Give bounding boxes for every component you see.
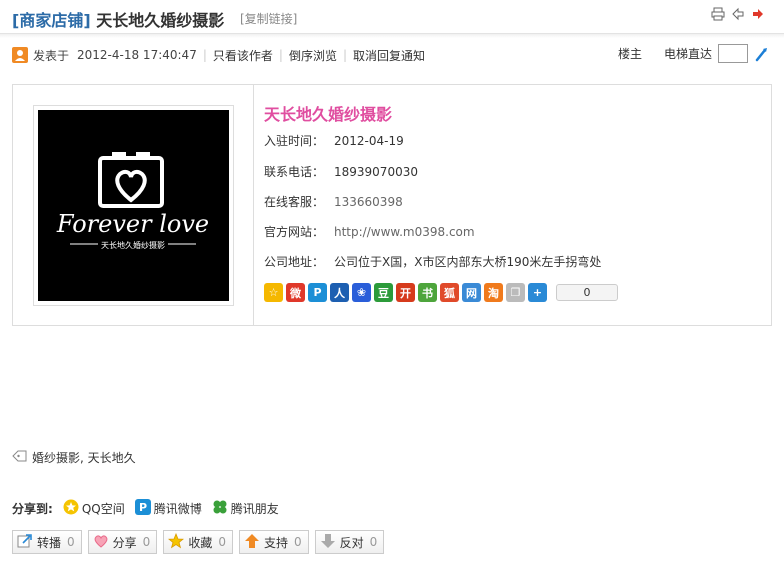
share-button[interactable]: 分享 0 (87, 530, 158, 554)
arrow-down-icon (320, 533, 336, 552)
favorite-count: 0 (218, 535, 226, 549)
thread-title-text: 天长地久婚纱摄影 (96, 11, 225, 30)
info-row-phone: 联系电话： 18939070030 (264, 163, 418, 180)
baidu-icon[interactable]: ❀ (352, 283, 371, 302)
support-label: 支持 (263, 535, 288, 550)
title-divider (0, 34, 784, 38)
tags-text[interactable]: 婚纱摄影, 天长地久 (32, 449, 136, 466)
elevator-label: 电梯直达 (663, 47, 712, 61)
oppose-button[interactable]: 反对 0 (314, 530, 385, 554)
support-button[interactable]: 支持 0 (238, 530, 309, 554)
share-qzone-label: QQ空间 (81, 502, 125, 516)
floor-input[interactable] (718, 44, 748, 63)
posted-time: 2012-4-18 17:40:47 (77, 48, 197, 62)
tweibo-icon: P (134, 499, 151, 518)
store-logo: Forever love 天长地久婚纱摄影 (38, 110, 229, 301)
online-service-link[interactable]: 133660398 (334, 195, 403, 209)
floor-controls: 楼主 电梯直达 (618, 44, 770, 63)
share-icon-row: ☆ 微 P 人 ❀ 豆开书狐网淘 ❐ +0 (264, 283, 618, 302)
author-only-link[interactable]: 只看该作者 (213, 47, 273, 64)
share-pengyou-label: 腾讯朋友 (230, 502, 279, 516)
share-count: 0 (142, 535, 151, 549)
store-info: 天长地久婚纱摄影 入驻时间： 2012-04-19 联系电话： 1893907003… (264, 101, 601, 269)
info-row-online-service: 在线客服： 133660398 (264, 193, 403, 210)
star-icon (168, 532, 185, 552)
share-to-row: 分享到: QQ空间 P 腾讯微博 腾讯朋友 (12, 499, 289, 518)
netease-icon[interactable]: 网 (462, 283, 481, 302)
copy-icon[interactable]: ❐ (506, 283, 525, 302)
tag-icon (12, 449, 28, 466)
meta-separator: | (278, 48, 283, 62)
store-card: Forever love 天长地久婚纱摄影 天长地久婚纱摄影 入驻时间： 2012… (12, 84, 772, 326)
info-label: 入驻时间： (264, 134, 325, 148)
heart-icon (93, 533, 109, 552)
posted-label: 发表于 (33, 48, 70, 63)
store-logo-pane: Forever love 天长地久婚纱摄影 (13, 85, 254, 325)
thread-title-bar: [商家店铺] 天长地久婚纱摄影 [复制链接] (0, 0, 784, 34)
share-pengyou-link[interactable]: 腾讯朋友 (212, 499, 279, 518)
meta-separator: | (202, 48, 207, 62)
qzone-icon[interactable]: ☆ (264, 283, 283, 302)
oppose-label: 反对 (339, 535, 364, 550)
more-icon[interactable]: + (528, 283, 547, 302)
share-total-count: 0 (556, 284, 618, 301)
weibo-icon[interactable]: 微 (286, 283, 305, 302)
share-tweibo-label: 腾讯微博 (153, 502, 202, 516)
thread-category-link[interactable]: [商家店铺] (12, 11, 91, 30)
svg-text:P: P (139, 501, 147, 514)
sohu-icon[interactable]: 狐 (440, 283, 459, 302)
store-logo-frame: Forever love 天长地久婚纱摄影 (33, 105, 234, 306)
kaixin-icon[interactable]: 开 (396, 283, 415, 302)
share-to-label: 分享到: (12, 502, 53, 516)
favorite-label: 收藏 (188, 535, 213, 550)
info-label: 在线客服： (264, 195, 325, 209)
next-thread-icon[interactable] (750, 6, 766, 22)
oppose-count: 0 (369, 535, 378, 549)
reverse-view-link[interactable]: 倒序浏览 (289, 47, 337, 64)
post-meta-bar: 发表于 2012-4-18 17:40:47 | 只看该作者 | 倒序浏览 | … (12, 46, 425, 64)
phone-value: 18939070030 (334, 165, 418, 179)
logo-script-text: Forever love (56, 210, 209, 238)
info-row-address: 公司地址： 公司位于X国，X市区内部东大桥190米左手拐弯处 (264, 253, 601, 270)
store-name: 天长地久婚纱摄影 (264, 105, 393, 124)
support-count: 0 (293, 535, 302, 549)
qzone-icon (63, 499, 79, 518)
favorite-button[interactable]: 收藏 0 (163, 530, 233, 554)
renren-icon[interactable]: 人 (330, 283, 349, 302)
join-date-value: 2012-04-19 (334, 134, 404, 148)
share-qzone-link[interactable]: QQ空间 (63, 499, 125, 518)
action-bar: 转播 0 分享 0 收藏 0 支持 0 反对 0 (12, 530, 385, 554)
website-link[interactable]: http://www.m0398.com (334, 225, 475, 239)
info-label: 公司地址： (264, 255, 325, 269)
cancel-notify-link[interactable]: 取消回复通知 (353, 47, 425, 64)
thread-title: [商家店铺] 天长地久婚纱摄影 (12, 7, 224, 31)
forward-button[interactable]: 转播 0 (12, 530, 82, 554)
forward-count: 0 (67, 535, 75, 549)
prev-thread-icon[interactable] (730, 6, 746, 22)
share-tweibo-link[interactable]: P 腾讯微博 (134, 499, 202, 518)
copy-link-button[interactable]: [复制链接] (240, 10, 297, 27)
info-row-website: 官方网站： http://www.m0398.com (264, 223, 475, 240)
title-tools (710, 6, 766, 22)
user-icon (12, 47, 28, 63)
info-row-join-date: 入驻时间： 2012-04-19 (264, 132, 404, 149)
logo-subtext: 天长地久婚纱摄影 (101, 240, 165, 250)
tags-row: 婚纱摄影, 天长地久 (12, 449, 136, 466)
info-label: 联系电话： (264, 165, 325, 179)
tqq-icon[interactable]: P (308, 283, 327, 302)
clover-icon (212, 499, 228, 518)
arrow-up-icon (244, 533, 260, 552)
print-icon[interactable] (710, 6, 726, 22)
forward-label: 转播 (37, 535, 62, 550)
floor-owner-label: 楼主 (617, 47, 642, 61)
share-label: 分享 (112, 535, 137, 550)
forward-icon (17, 533, 33, 552)
douban-icon[interactable]: 豆 (374, 283, 393, 302)
info-label: 官方网站： (264, 225, 325, 239)
taobao-icon[interactable]: 淘 (484, 283, 503, 302)
go-floor-icon[interactable] (754, 46, 770, 62)
meta-separator: | (342, 48, 347, 62)
bookmark-icon[interactable]: 书 (418, 283, 437, 302)
address-value: 公司位于X国，X市区内部东大桥190米左手拐弯处 (334, 255, 602, 269)
